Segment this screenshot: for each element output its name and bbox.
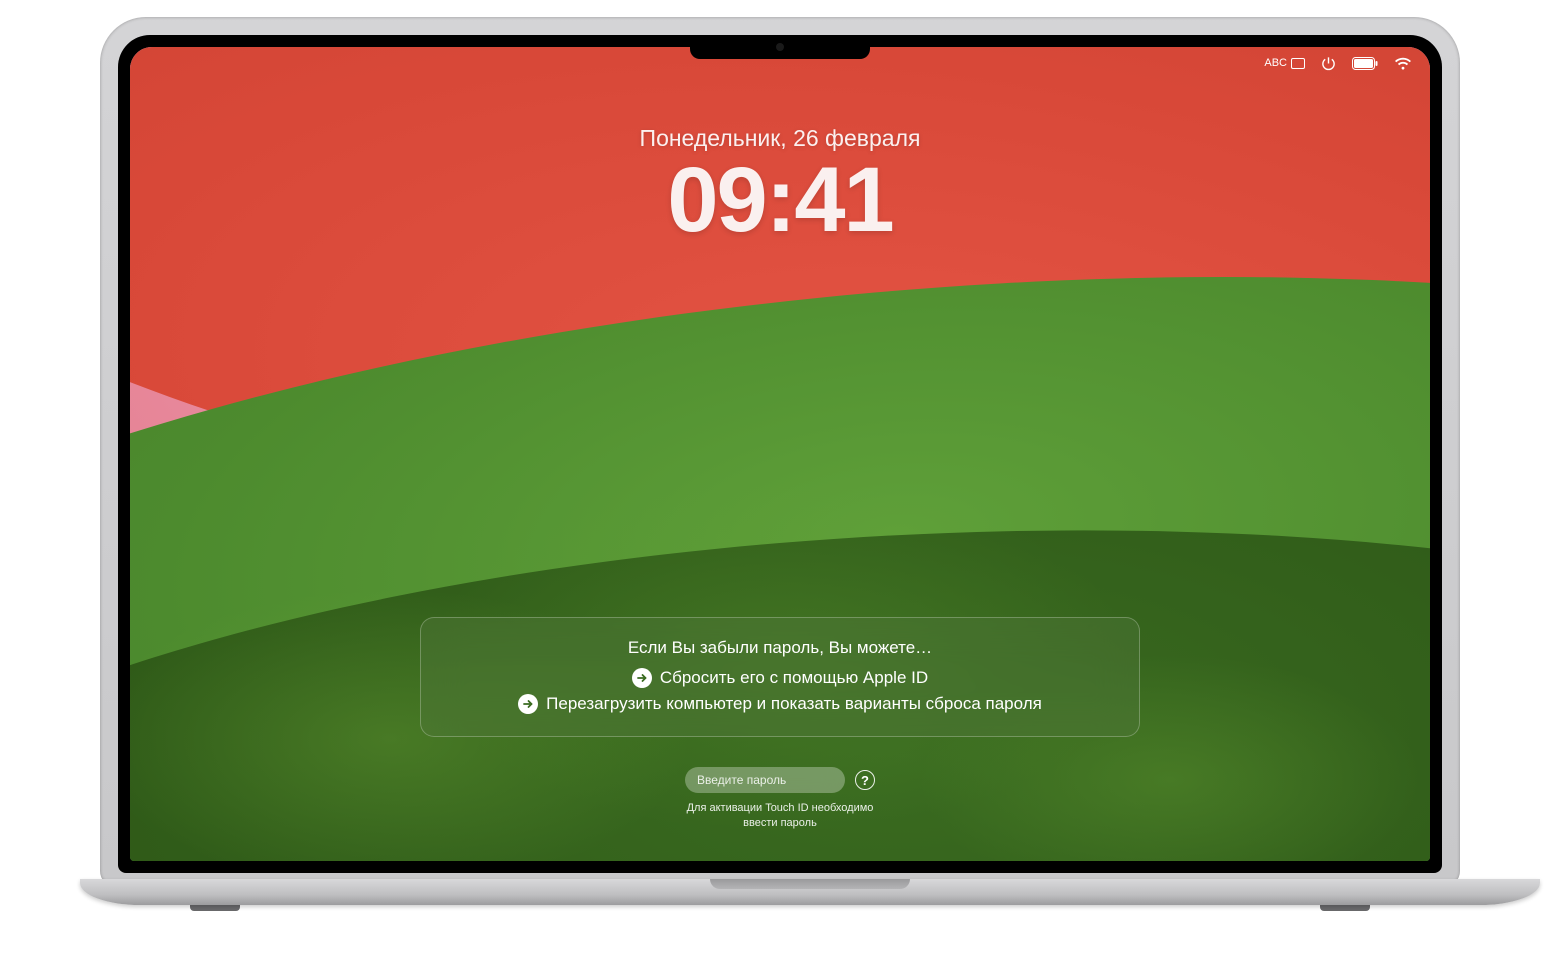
laptop-device-frame: ABC	[80, 17, 1480, 937]
time-label: 09:41	[130, 152, 1430, 249]
laptop-top-case: ABC	[100, 17, 1460, 887]
password-reset-panel: Если Вы забыли пароль, Вы можете… Сброси…	[420, 617, 1140, 737]
password-entry-area: ? Для активации Touch ID необходимо ввес…	[680, 767, 880, 831]
menu-bar: ABC	[1264, 51, 1412, 75]
display-notch	[690, 35, 870, 59]
reset-apple-id-label: Сбросить его с помощью Apple ID	[660, 668, 928, 688]
password-input[interactable]	[685, 767, 845, 793]
arrow-right-circle-icon	[632, 668, 652, 688]
arrow-right-circle-icon	[518, 694, 538, 714]
password-hint-text: Для активации Touch ID необходимо ввести…	[680, 801, 880, 831]
screen-bezel: ABC	[118, 35, 1442, 873]
power-icon[interactable]	[1321, 56, 1336, 71]
laptop-base	[80, 879, 1540, 905]
laptop-feet	[100, 905, 1460, 913]
battery-icon[interactable]	[1352, 57, 1378, 70]
restart-reset-label: Перезагрузить компьютер и показать вариа…	[546, 694, 1042, 714]
input-source-label: ABC	[1264, 57, 1287, 69]
restart-show-reset-options-button[interactable]: Перезагрузить компьютер и показать вариа…	[451, 694, 1109, 714]
date-label: Понедельник, 26 февраля	[130, 125, 1430, 152]
keyboard-icon	[1291, 58, 1305, 69]
reset-panel-title: Если Вы забыли пароль, Вы можете…	[451, 638, 1109, 658]
lock-screen-datetime: Понедельник, 26 февраля 09:41	[130, 125, 1430, 249]
reset-with-apple-id-button[interactable]: Сбросить его с помощью Apple ID	[451, 668, 1109, 688]
password-help-button[interactable]: ?	[855, 770, 875, 790]
input-source-indicator[interactable]: ABC	[1264, 57, 1305, 69]
wifi-icon[interactable]	[1394, 57, 1412, 70]
lock-screen: ABC	[130, 47, 1430, 861]
